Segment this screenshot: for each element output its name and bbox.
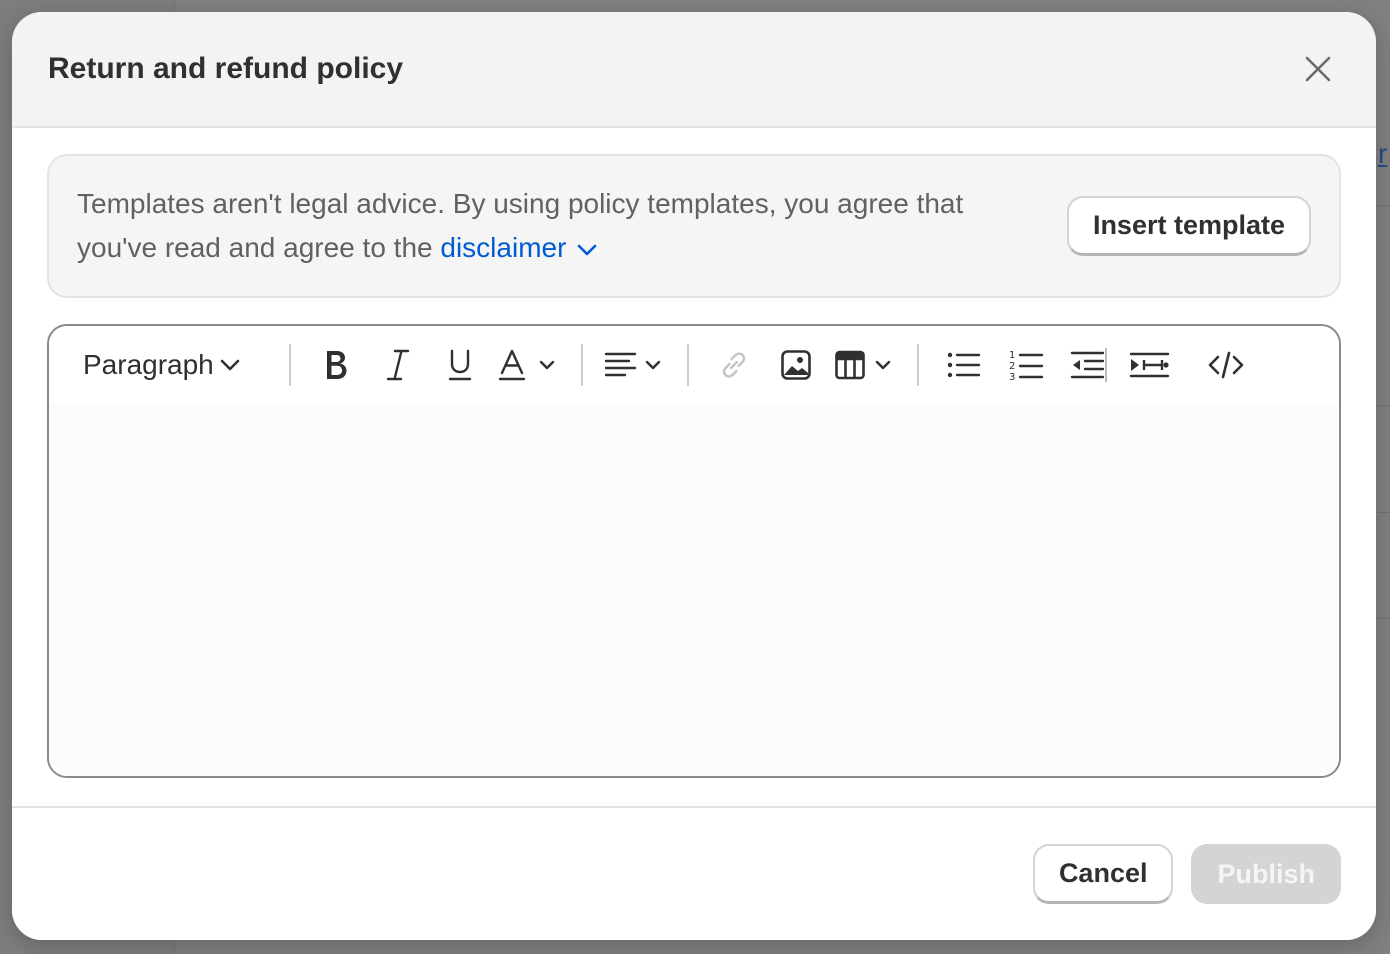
code-view-icon bbox=[1208, 351, 1244, 379]
indent-button[interactable] bbox=[1125, 340, 1175, 390]
rich-text-editor: Paragraph 1 2 3 bbox=[47, 324, 1341, 778]
editor-toolbar: Paragraph 1 2 3 bbox=[49, 326, 1339, 404]
background-link-fragment: r bbox=[1378, 138, 1388, 169]
svg-text:2: 2 bbox=[1009, 361, 1015, 372]
format-select-value: Paragraph bbox=[83, 349, 214, 380]
chevron-down-icon bbox=[220, 359, 240, 371]
underline-button[interactable] bbox=[435, 340, 485, 390]
svg-text:1: 1 bbox=[1009, 350, 1015, 361]
toolbar-divider bbox=[917, 344, 919, 386]
close-icon bbox=[1305, 56, 1331, 82]
code-view-button[interactable] bbox=[1201, 340, 1251, 390]
image-icon bbox=[781, 350, 811, 380]
toolbar-divider bbox=[289, 344, 291, 386]
insert-template-button[interactable]: Insert template bbox=[1066, 196, 1311, 256]
table-icon bbox=[835, 350, 891, 380]
text-color-icon bbox=[498, 349, 555, 381]
modal-header: Return and refund policy bbox=[12, 12, 1376, 128]
numbered-list-icon: 123 bbox=[1009, 350, 1044, 382]
outdent-icon bbox=[1070, 348, 1107, 382]
numbered-list-button[interactable]: 123 bbox=[1001, 340, 1051, 390]
bold-icon bbox=[327, 351, 347, 379]
table-button[interactable] bbox=[833, 340, 897, 390]
bullet-list-icon bbox=[947, 352, 981, 378]
align-icon bbox=[604, 352, 661, 377]
editor-content-area[interactable] bbox=[49, 404, 1339, 776]
chevron-down-icon bbox=[578, 244, 597, 255]
text-color-button[interactable] bbox=[497, 340, 561, 390]
toolbar-divider bbox=[581, 344, 583, 386]
background-divider bbox=[1378, 205, 1390, 206]
indent-icon bbox=[1129, 352, 1170, 378]
background-divider bbox=[1378, 618, 1390, 619]
italic-button[interactable] bbox=[373, 340, 423, 390]
modal-body: Templates aren't legal advice. By using … bbox=[12, 128, 1376, 778]
cancel-button[interactable]: Cancel bbox=[1032, 844, 1174, 904]
outdent-button[interactable] bbox=[1063, 340, 1113, 390]
toolbar-divider bbox=[687, 344, 689, 386]
bold-button[interactable] bbox=[311, 340, 361, 390]
disclaimer-link[interactable]: disclaimer bbox=[440, 232, 598, 263]
modal-footer: Cancel Publish bbox=[12, 806, 1376, 940]
publish-button[interactable]: Publish bbox=[1191, 844, 1341, 904]
close-button[interactable] bbox=[1296, 47, 1340, 91]
image-button[interactable] bbox=[771, 340, 821, 390]
background-divider bbox=[1378, 405, 1390, 406]
disclaimer-link-label: disclaimer bbox=[440, 232, 567, 263]
align-button[interactable] bbox=[603, 340, 667, 390]
format-select[interactable]: Paragraph bbox=[83, 349, 275, 381]
banner-text: Templates aren't legal advice. By using … bbox=[77, 182, 1017, 270]
svg-text:3: 3 bbox=[1009, 372, 1015, 382]
background-divider bbox=[1378, 512, 1390, 513]
modal-title: Return and refund policy bbox=[48, 52, 404, 85]
underline-icon bbox=[448, 349, 472, 381]
link-button[interactable] bbox=[709, 340, 759, 390]
bullet-list-button[interactable] bbox=[939, 340, 989, 390]
policy-modal: Return and refund policy Templates aren'… bbox=[12, 12, 1376, 940]
link-icon bbox=[722, 352, 746, 378]
italic-icon bbox=[386, 349, 410, 381]
legal-banner: Templates aren't legal advice. By using … bbox=[47, 154, 1341, 298]
